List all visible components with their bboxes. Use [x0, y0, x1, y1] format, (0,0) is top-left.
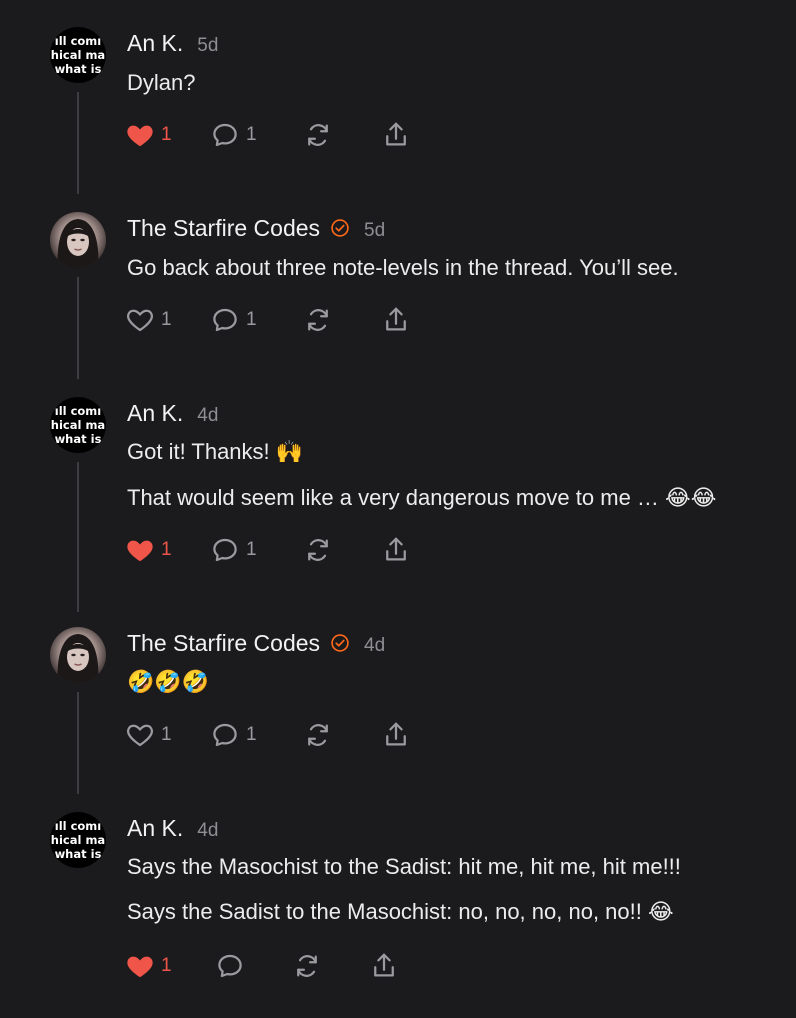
author-name[interactable]: An K. — [127, 30, 183, 57]
share-button[interactable] — [381, 720, 411, 750]
comment-bubble-icon — [218, 954, 242, 978]
avatar[interactable] — [50, 627, 106, 683]
restack-button[interactable] — [303, 305, 333, 335]
restack-icon — [297, 955, 317, 977]
author-name[interactable]: An K. — [127, 815, 183, 842]
heart-icon — [127, 956, 153, 978]
thread-line — [77, 462, 79, 612]
avatar-text: ıll comı — [54, 819, 102, 833]
timestamp[interactable]: 5d — [364, 220, 385, 242]
note-text: 🤣🤣🤣 — [127, 669, 210, 694]
timestamp[interactable]: 4d — [197, 405, 218, 427]
share-button[interactable] — [381, 120, 411, 150]
author-name[interactable]: The Starfire Codes — [127, 215, 320, 242]
restack-button[interactable] — [303, 535, 333, 565]
restack-icon — [308, 539, 328, 561]
heart-icon — [127, 724, 153, 747]
restack-button[interactable] — [292, 951, 322, 981]
restack-button[interactable] — [303, 720, 333, 750]
avatar[interactable] — [50, 212, 106, 268]
avatar-text: what is — [54, 432, 102, 446]
author-name[interactable]: The Starfire Codes — [127, 630, 320, 657]
heart-icon — [127, 309, 153, 332]
thread-line — [77, 692, 79, 794]
comment-count: 1 — [246, 724, 257, 745]
share-icon — [386, 307, 406, 331]
comment-button[interactable] — [215, 951, 251, 981]
heart-icon — [127, 125, 153, 147]
share-icon — [386, 722, 406, 746]
verified-check-icon — [331, 634, 349, 652]
avatar-text: hical ma — [50, 48, 106, 62]
restack-icon — [308, 309, 328, 331]
restack-icon — [308, 124, 328, 146]
comment-bubble-icon — [213, 723, 237, 747]
like-button[interactable]: 1 — [125, 120, 172, 150]
like-count: 1 — [161, 309, 172, 330]
comment-button[interactable]: 1 — [210, 720, 257, 750]
thread-line — [77, 277, 79, 379]
verified-check-icon — [331, 219, 349, 237]
timestamp[interactable]: 4d — [364, 635, 385, 657]
timestamp[interactable]: 5d — [197, 35, 218, 57]
avatar-text: ıll comı — [54, 34, 102, 48]
like-button[interactable]: 1 — [125, 305, 172, 335]
share-icon — [386, 122, 406, 146]
comment-button[interactable]: 1 — [210, 305, 257, 335]
share-button[interactable] — [381, 535, 411, 565]
comment-count: 1 — [246, 124, 257, 145]
share-button[interactable] — [369, 951, 399, 981]
author-name[interactable]: An K. — [127, 400, 183, 427]
like-count: 1 — [161, 124, 172, 145]
note-text: Go back about three note-levels in the t… — [127, 255, 679, 280]
avatar[interactable]: ıll comı hical ma what is — [50, 812, 106, 868]
avatar[interactable]: ıll comı hical ma what is — [50, 397, 106, 453]
avatar[interactable]: ıll comı hical ma what is — [50, 27, 106, 83]
note-text: Says the Sadist to the Masochist: no, no… — [127, 899, 674, 924]
comment-bubble-icon — [213, 308, 237, 332]
comment-count: 1 — [246, 539, 257, 560]
comment-bubble-icon — [213, 538, 237, 562]
restack-icon — [308, 724, 328, 746]
share-icon — [386, 537, 406, 561]
thread-line — [77, 92, 79, 194]
avatar-text: hical ma — [50, 418, 106, 432]
like-button[interactable]: 1 — [125, 720, 172, 750]
comment-count: 1 — [246, 309, 257, 330]
like-count: 1 — [161, 539, 172, 560]
profile-photo — [57, 634, 99, 683]
avatar-text: hical ma — [50, 833, 106, 847]
note-text: That would seem like a very dangerous mo… — [127, 485, 717, 510]
avatar-text: ıll comı — [54, 404, 102, 418]
avatar-text: what is — [54, 62, 102, 76]
profile-photo — [57, 219, 99, 268]
heart-icon — [127, 540, 153, 562]
share-button[interactable] — [381, 305, 411, 335]
note-text: Dylan? — [127, 70, 196, 95]
share-icon — [374, 953, 394, 977]
like-count: 1 — [161, 955, 172, 976]
comment-button[interactable]: 1 — [210, 535, 257, 565]
like-count: 1 — [161, 724, 172, 745]
like-button[interactable]: 1 — [125, 951, 172, 981]
like-button[interactable]: 1 — [125, 535, 172, 565]
note-text: Got it! Thanks! 🙌 — [127, 439, 304, 464]
comment-bubble-icon — [213, 123, 237, 147]
timestamp[interactable]: 4d — [197, 820, 218, 842]
restack-button[interactable] — [303, 120, 333, 150]
avatar-text: what is — [54, 847, 102, 861]
comment-button[interactable]: 1 — [210, 120, 257, 150]
note-text: Says the Masochist to the Sadist: hit me… — [127, 854, 681, 879]
